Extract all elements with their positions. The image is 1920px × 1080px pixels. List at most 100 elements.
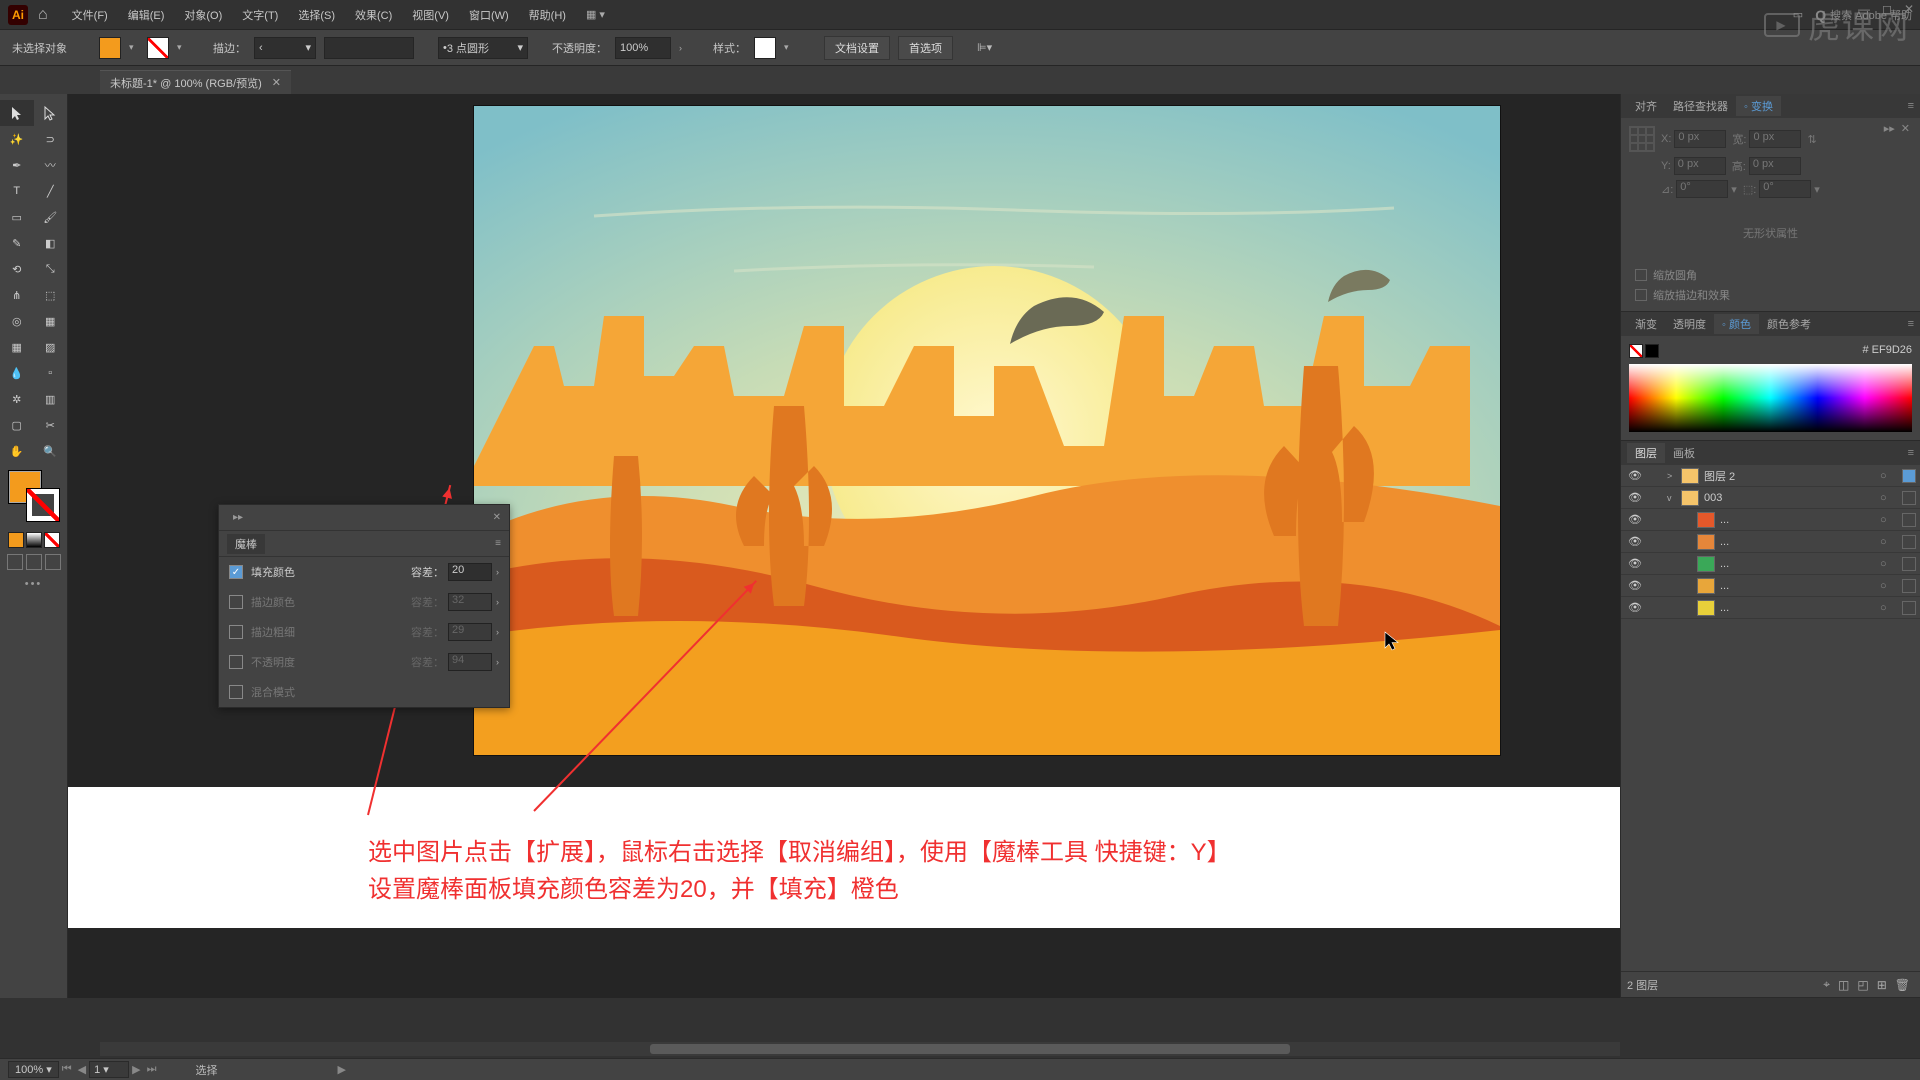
target-icon[interactable]: ○ <box>1880 580 1898 592</box>
play-icon[interactable]: ▶ <box>337 1063 345 1076</box>
scale-corners-checkbox[interactable] <box>1635 269 1647 281</box>
layer-row[interactable]: 👁 ... ○ <box>1621 509 1920 531</box>
visibility-icon[interactable]: 👁 <box>1621 513 1649 526</box>
width-tool[interactable]: ⋔ <box>0 282 34 308</box>
lock-aspect-icon[interactable]: ⇅ <box>1807 133 1816 146</box>
stroke-swatch[interactable] <box>147 37 169 59</box>
style-dropdown[interactable]: ▾ <box>784 42 794 53</box>
panel-menu-icon[interactable]: ≡ <box>1908 447 1914 459</box>
h-input[interactable]: 0 px <box>1749 157 1801 175</box>
draw-inside-icon[interactable] <box>45 554 61 570</box>
curvature-tool[interactable]: 〰 <box>34 152 68 178</box>
layer-name[interactable]: 图层 2 <box>1704 468 1880 484</box>
selection-indicator[interactable] <box>1902 513 1916 527</box>
panel-menu-icon[interactable]: ≡ <box>1908 100 1914 112</box>
graph-tool[interactable]: ▥ <box>34 386 68 412</box>
create-sublayer-icon[interactable]: ◰ <box>1857 978 1868 992</box>
panel-collapse-icon[interactable]: ▸▸ <box>233 512 243 523</box>
target-icon[interactable]: ○ <box>1880 492 1898 504</box>
target-icon[interactable]: ○ <box>1880 470 1898 482</box>
color-none-icon[interactable] <box>44 532 60 548</box>
panel-close-icon[interactable]: ✕ <box>1901 122 1910 135</box>
mesh-tool[interactable]: ▦ <box>0 334 34 360</box>
layer-name[interactable]: ... <box>1720 536 1880 548</box>
expand-toggle-icon[interactable]: > <box>1667 471 1681 481</box>
canvas[interactable]: ▸▸ ✕ 魔棒 ≡ 填充颜色 容差： 20 › 描边颜色 容差： 32 › 描边… <box>68 94 1620 998</box>
doc-tab-close-icon[interactable]: ✕ <box>272 76 281 89</box>
artboard-num-input[interactable]: 1 ▾ <box>89 1061 129 1078</box>
layer-row[interactable]: 👁 ... ○ <box>1621 531 1920 553</box>
menu-window[interactable]: 窗口(W) <box>459 7 519 23</box>
target-icon[interactable]: ○ <box>1880 602 1898 614</box>
menu-select[interactable]: 选择(S) <box>288 7 345 23</box>
magic-wand-tool[interactable]: ✨ <box>0 126 34 152</box>
slice-tool[interactable]: ✂ <box>34 412 68 438</box>
perspective-tool[interactable]: ▦ <box>34 308 68 334</box>
color-solid-icon[interactable] <box>8 532 24 548</box>
layer-name[interactable]: ... <box>1720 558 1880 570</box>
last-artboard-icon[interactable]: ⏭ <box>147 1063 157 1076</box>
tab-pathfinder[interactable]: 路径查找器 <box>1665 96 1736 116</box>
tab-transform[interactable]: ◦ 变换 <box>1736 96 1781 116</box>
make-clipping-mask-icon[interactable]: ◫ <box>1838 978 1849 992</box>
panel-close-icon[interactable]: ✕ <box>493 512 501 523</box>
swatch-black-icon[interactable] <box>1645 344 1659 358</box>
visibility-icon[interactable]: 👁 <box>1621 491 1649 504</box>
style-swatch[interactable] <box>754 37 776 59</box>
layer-name[interactable]: ... <box>1720 580 1880 592</box>
tab-color[interactable]: ◦ 颜色 <box>1714 314 1759 334</box>
toolbar-more-icon[interactable]: ••• <box>0 578 67 590</box>
rotate-tool[interactable]: ⟲ <box>0 256 34 282</box>
layer-name[interactable]: 003 <box>1704 492 1880 504</box>
layer-name[interactable]: ... <box>1720 514 1880 526</box>
tab-align[interactable]: 对齐 <box>1627 96 1665 116</box>
fill-stroke-control[interactable] <box>8 470 60 522</box>
selection-indicator[interactable] <box>1902 601 1916 615</box>
selection-indicator[interactable] <box>1902 469 1916 483</box>
selection-indicator[interactable] <box>1902 579 1916 593</box>
stroke-weight-input[interactable]: ‹▾ <box>254 37 316 59</box>
fill-dropdown[interactable]: ▾ <box>129 42 139 53</box>
artboard-tool[interactable]: ▢ <box>0 412 34 438</box>
menu-effect[interactable]: 效果(C) <box>345 7 402 23</box>
layer-row[interactable]: 👁 > 图层 2 ○ <box>1621 465 1920 487</box>
magic-wand-option[interactable]: 不透明度 容差： 94 › <box>219 647 509 677</box>
visibility-icon[interactable]: 👁 <box>1621 469 1649 482</box>
free-transform-tool[interactable]: ⬚ <box>34 282 68 308</box>
menu-edit[interactable]: 编辑(E) <box>118 7 175 23</box>
magic-wand-option[interactable]: 填充颜色 容差： 20 › <box>219 557 509 587</box>
selection-tool[interactable] <box>0 100 34 126</box>
layer-name[interactable]: ... <box>1720 602 1880 614</box>
direct-selection-tool[interactable] <box>34 100 68 126</box>
first-artboard-icon[interactable]: ⏮ <box>62 1063 72 1076</box>
visibility-icon[interactable]: 👁 <box>1621 579 1649 592</box>
panel-menu-icon[interactable]: ≡ <box>495 538 501 549</box>
blend-tool[interactable]: ▫ <box>34 360 68 386</box>
option-checkbox[interactable] <box>229 625 243 639</box>
option-checkbox[interactable] <box>229 655 243 669</box>
option-checkbox[interactable] <box>229 595 243 609</box>
magic-wand-option[interactable]: 描边粗细 容差： 29 › <box>219 617 509 647</box>
doc-tab[interactable]: 未标题-1* @ 100% (RGB/预览) ✕ <box>100 70 291 94</box>
target-icon[interactable]: ○ <box>1880 536 1898 548</box>
h-scrollbar-thumb[interactable] <box>650 1044 1290 1054</box>
line-tool[interactable]: ╱ <box>34 178 68 204</box>
fill-swatch[interactable] <box>99 37 121 59</box>
selection-indicator[interactable] <box>1902 557 1916 571</box>
paintbrush-tool[interactable]: 🖌 <box>34 204 68 230</box>
option-checkbox[interactable] <box>229 685 243 699</box>
rectangle-tool[interactable]: ▭ <box>0 204 34 230</box>
visibility-icon[interactable]: 👁 <box>1621 535 1649 548</box>
panel-menu-icon[interactable]: ≡ <box>1908 318 1914 330</box>
draw-normal-icon[interactable] <box>7 554 23 570</box>
panel-collapse-icon[interactable]: ▸▸ <box>1884 122 1895 135</box>
swatch-none-icon[interactable] <box>1629 344 1643 358</box>
menu-view[interactable]: 视图(V) <box>402 7 459 23</box>
hex-value[interactable]: # EF9D26 <box>1862 344 1912 358</box>
menu-help[interactable]: 帮助(H) <box>519 7 576 23</box>
target-icon[interactable]: ○ <box>1880 558 1898 570</box>
scale-tool[interactable]: ⤡ <box>34 256 68 282</box>
symbol-sprayer-tool[interactable]: ✲ <box>0 386 34 412</box>
scale-stroke-checkbox[interactable] <box>1635 289 1647 301</box>
zoom-select[interactable]: 100% ▾ <box>8 1061 59 1078</box>
